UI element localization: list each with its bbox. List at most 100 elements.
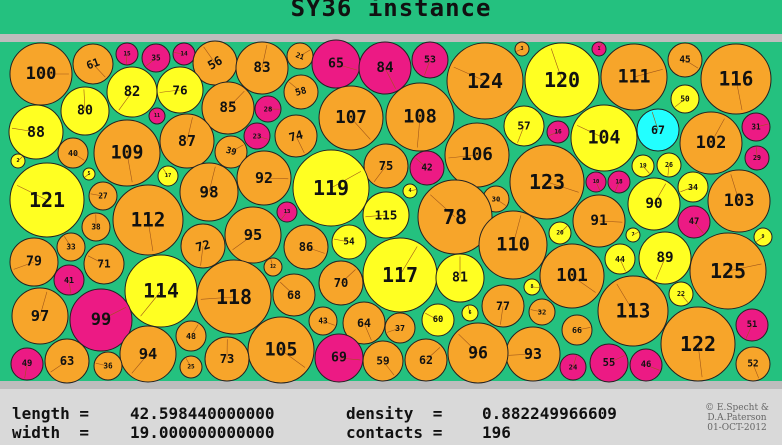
circle-label: 107	[335, 108, 367, 128]
circle-label: 64	[357, 316, 371, 330]
circle-55: 55	[589, 343, 629, 383]
circle-42: 42	[409, 150, 445, 186]
circle-label: 2	[16, 158, 19, 164]
circle-9: 9	[753, 227, 773, 247]
circle-label: 96	[468, 344, 488, 363]
circle-86: 86	[283, 224, 329, 270]
circle-label: 100	[26, 64, 57, 84]
circle-label: 87	[178, 132, 196, 150]
circle-label: 76	[172, 83, 187, 98]
circle-8: 8	[523, 278, 541, 296]
circle-label: 90	[645, 196, 662, 212]
density-label: density =	[346, 404, 443, 423]
circle-61: 61	[72, 43, 114, 85]
circle-label: 92	[255, 169, 273, 187]
circle-label: 122	[680, 332, 716, 356]
circle-77: 77	[481, 284, 525, 328]
circle-93: 93	[505, 326, 561, 382]
circle-41: 41	[53, 264, 85, 296]
circle-label: 125	[710, 259, 746, 283]
circle-label: 81	[452, 271, 468, 286]
circle-label: 62	[419, 353, 433, 367]
circle-label: 41	[64, 275, 74, 285]
circle-89: 89	[638, 231, 692, 285]
circle-19: 19	[631, 154, 655, 178]
circle-label: 101	[556, 266, 588, 286]
circle-10: 10	[585, 171, 607, 193]
circle-label: 57	[517, 120, 530, 133]
circle-87: 87	[159, 113, 215, 169]
circles-layer: 100 6115 35 14 56 832165 84 533124 1201111451168…	[8, 39, 773, 384]
circle-label: 1	[597, 46, 600, 52]
length-label: length =	[12, 404, 90, 423]
circle-label: 34	[688, 182, 698, 192]
circle-label: 75	[379, 159, 394, 173]
circle-96: 96	[447, 322, 509, 384]
circle-label: 12	[270, 264, 276, 270]
circle-label: 89	[656, 250, 673, 266]
circle-label: 59	[376, 355, 389, 368]
circle-label: 33	[66, 243, 76, 252]
circle-label: 44	[615, 254, 625, 264]
circle-label: 118	[216, 285, 252, 309]
circle-label: 79	[26, 255, 42, 270]
circle-111: 111	[600, 43, 668, 111]
circle-label: 20	[556, 230, 564, 237]
circle-label: 15	[123, 51, 131, 58]
circle-84: 84	[358, 41, 412, 95]
circle-label: 115	[375, 208, 398, 223]
circle-100: 100	[9, 42, 73, 106]
circle-22: 22	[668, 281, 694, 307]
circle-label: 108	[403, 107, 437, 128]
circle-label: 67	[651, 123, 665, 137]
credit-authors-2: D.A.Paterson	[707, 413, 767, 423]
circle-27: 27	[88, 181, 118, 211]
circle-46: 46	[629, 348, 663, 382]
circle-44: 44	[604, 243, 636, 275]
circle-label: 113	[616, 300, 651, 323]
circle-95: 95	[224, 206, 282, 264]
credit-block: © E.Specht & D.A.Paterson 01-OCT-2012	[694, 403, 780, 433]
circle-51: 51	[735, 308, 769, 342]
circle-label: 116	[719, 68, 754, 91]
circle-83: 83	[235, 41, 289, 95]
circle-59: 59	[362, 340, 404, 382]
circle-73: 73	[204, 336, 250, 382]
circle-label: 6	[468, 310, 471, 316]
circle-32: 32	[528, 298, 556, 326]
circle-101: 101	[539, 243, 605, 309]
circle-label: 106	[461, 145, 493, 165]
circle-112: 112	[112, 184, 184, 256]
circle-102: 102	[679, 111, 743, 175]
circle-label: 63	[60, 354, 75, 368]
circle-34: 34	[677, 171, 709, 203]
circle-label: 18	[615, 179, 623, 186]
circle-label: 35	[151, 54, 161, 63]
circle-label: 93	[524, 345, 542, 363]
circle-label: 51	[747, 320, 758, 330]
circle-105: 105	[247, 316, 315, 384]
circle-54: 54	[331, 224, 367, 260]
circle-47: 47	[677, 205, 711, 239]
circle-117: 117	[362, 237, 438, 313]
circle-label: 112	[131, 209, 166, 232]
circle-28: 28	[254, 95, 282, 123]
circle-37: 37	[384, 312, 416, 344]
circle-29: 29	[744, 145, 770, 171]
circle-label: 98	[199, 183, 218, 202]
circle-label: 7	[631, 232, 634, 238]
circle-label: 49	[22, 359, 33, 369]
circle-67: 67	[636, 108, 680, 152]
circle-label: 83	[253, 60, 270, 76]
circle-48: 48	[175, 320, 207, 352]
circle-21: 21	[286, 42, 314, 70]
circle-label: 19	[639, 163, 647, 170]
width-label: width =	[12, 423, 90, 442]
circle-58: 58	[283, 74, 319, 110]
circle-80: 80	[60, 86, 110, 136]
circle-60: 60	[421, 303, 455, 337]
circle-label: 32	[538, 308, 547, 317]
circle-49: 49	[10, 347, 44, 381]
density-value: 0.882249966609	[482, 404, 617, 423]
circle-label: 24	[569, 363, 578, 372]
